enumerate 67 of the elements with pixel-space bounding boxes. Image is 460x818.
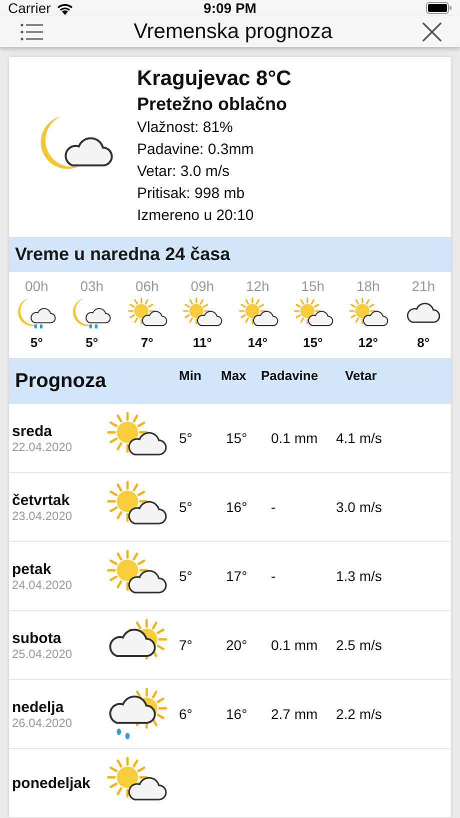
min-temperature: 5° <box>179 430 192 446</box>
date-text: 22.04.2020 <box>12 440 74 454</box>
hour-temperature: 5° <box>86 335 98 350</box>
condition-text: Pretežno oblačno <box>137 94 288 115</box>
hour-temperature: 5° <box>30 335 43 350</box>
max-temperature: 17° <box>226 568 248 584</box>
battery-icon <box>426 2 452 14</box>
precipitation-value: 2.7 mm <box>271 706 318 722</box>
carrier-label: Carrier <box>8 0 51 16</box>
day-name: ponedeljak <box>12 774 92 792</box>
day-name: nedelja <box>12 698 65 716</box>
hour-label: 09h <box>190 278 214 294</box>
clock-time: 9:09 PM <box>204 0 256 16</box>
min-temperature: 5° <box>179 499 192 515</box>
day-name: sreda <box>12 422 54 440</box>
precipitation-value: 0.1 mm <box>271 430 318 446</box>
screen-title: Vremenska prognoza <box>134 20 332 44</box>
date-text: 23.04.2020 <box>12 508 74 522</box>
hour-label: 03h <box>80 278 104 294</box>
max-temperature: 16° <box>226 499 248 515</box>
max-temperature: 16° <box>226 706 248 722</box>
wind-value: 1.3 m/s <box>336 568 382 584</box>
section-title: Prognoza <box>15 370 106 392</box>
hour-temperature: 8° <box>417 335 430 350</box>
date-text: 26.04.2020 <box>12 716 74 730</box>
hour-temperature: 12° <box>358 335 378 350</box>
day-name: četvrtak <box>12 492 71 508</box>
precipitation-value: - <box>271 568 276 584</box>
hour-temperature: 14° <box>248 335 268 350</box>
column-header: Vetar <box>345 368 377 383</box>
menu-icon[interactable] <box>20 22 44 40</box>
min-temperature: 5° <box>179 568 192 584</box>
min-temperature: 7° <box>179 637 192 653</box>
detail-text: Izmereno u 20:10 <box>137 206 255 226</box>
wind-value: 2.2 m/s <box>336 706 382 722</box>
hour-label: 00h <box>24 278 48 294</box>
detail-text: Vlažnost: 81% <box>137 118 234 138</box>
day-name: petak <box>12 560 52 578</box>
detail-text: Pritisak: 998 mb <box>137 184 246 204</box>
wind-value: 4.1 m/s <box>336 430 382 446</box>
hour-temperature: 15° <box>303 335 323 350</box>
wind-value: 3.0 m/s <box>336 499 382 515</box>
date-text: 24.04.2020 <box>12 578 74 592</box>
wind-value: 2.5 m/s <box>336 637 382 653</box>
max-temperature: 20° <box>226 637 248 653</box>
hour-label: 18h <box>356 278 380 294</box>
column-header: Padavine <box>261 368 318 383</box>
column-header: Max <box>221 368 246 383</box>
detail-text: Vetar: 3.0 m/s <box>137 162 231 182</box>
precipitation-value: - <box>271 499 276 515</box>
hour-temperature: 7° <box>140 335 154 350</box>
min-temperature: 6° <box>179 706 192 722</box>
detail-text: Padavine: 0.3mm <box>137 140 255 160</box>
date-text: 25.04.2020 <box>12 646 74 660</box>
city-temperature: Kragujevac 8°C <box>137 67 292 91</box>
close-icon[interactable] <box>422 22 442 42</box>
max-temperature: 15° <box>226 430 248 446</box>
hour-label: 12h <box>246 278 270 294</box>
precipitation-value: 0.1 mm <box>271 637 318 653</box>
hour-label: 06h <box>135 278 159 294</box>
wifi-icon <box>56 2 74 14</box>
hour-label: 21h <box>412 278 436 294</box>
column-header: Min <box>179 368 202 383</box>
section-title: Vreme u naredna 24 časa <box>15 244 230 265</box>
hour-label: 15h <box>301 278 325 294</box>
day-name: subota <box>12 630 62 646</box>
hour-temperature: 11° <box>192 335 212 350</box>
